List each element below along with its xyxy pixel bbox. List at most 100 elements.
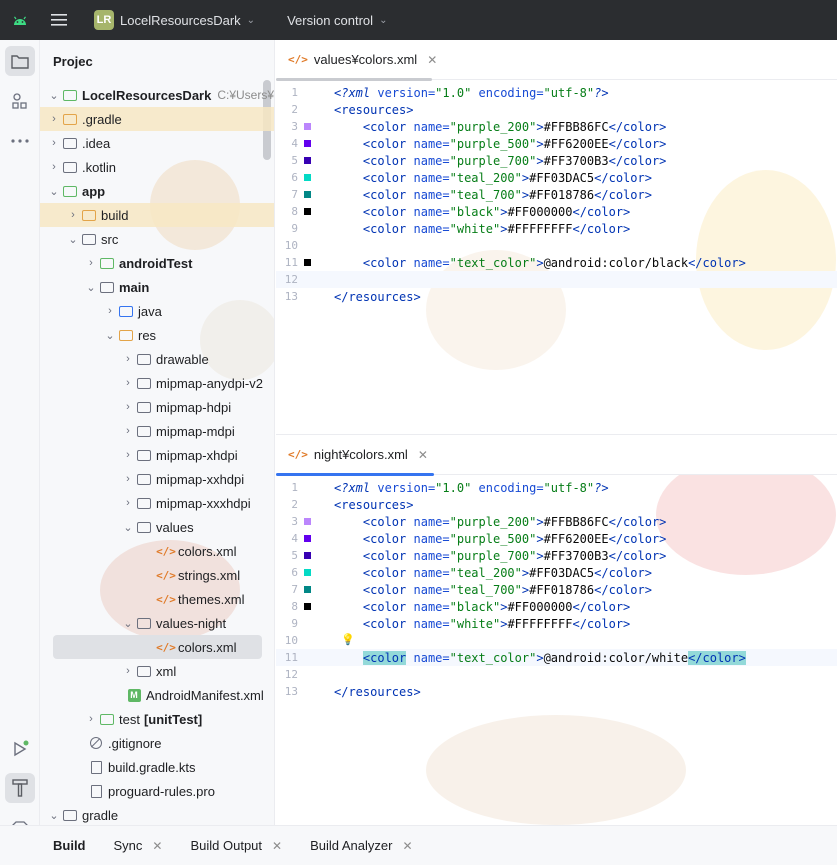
build-hammer-icon[interactable] xyxy=(5,773,35,803)
chevron-down-icon[interactable]: ⌄ xyxy=(65,233,81,246)
close-icon[interactable]: ✕ xyxy=(418,448,428,462)
more-tools-icon[interactable] xyxy=(5,126,35,156)
xml-tag: > xyxy=(536,119,544,134)
tab-values-colors-xml[interactable]: </> values¥colors.xml ✕ xyxy=(276,40,449,81)
tree-node-gradle-dir[interactable]: › .gradle xyxy=(40,107,274,131)
chevron-right-icon[interactable]: › xyxy=(102,305,118,317)
tree-node-main[interactable]: ⌄ main xyxy=(40,275,274,299)
color-swatch-icon[interactable] xyxy=(304,208,311,215)
color-swatch-icon[interactable] xyxy=(304,157,311,164)
tree-node-res[interactable]: ⌄ res xyxy=(40,323,274,347)
tree-node-mipmap-xxxhdpi[interactable]: › mipmap-xxxhdpi xyxy=(40,491,274,515)
color-swatch-icon[interactable] xyxy=(304,552,311,559)
color-swatch-icon[interactable] xyxy=(304,174,311,181)
color-swatch-icon[interactable] xyxy=(304,518,311,525)
tree-node-mipmap-mdpi[interactable]: › mipmap-mdpi xyxy=(40,419,274,443)
project-folder-icon[interactable] xyxy=(5,46,35,76)
chevron-right-icon[interactable]: › xyxy=(46,137,62,149)
tab-build[interactable]: Build xyxy=(0,826,100,865)
tab-sync[interactable]: Sync ✕ xyxy=(100,826,177,865)
line-number: 8 xyxy=(291,205,298,218)
chevron-right-icon[interactable]: › xyxy=(120,353,136,365)
chevron-down-icon[interactable]: ⌄ xyxy=(120,521,136,534)
chevron-right-icon[interactable]: › xyxy=(46,161,62,173)
chevron-right-icon[interactable]: › xyxy=(120,665,136,677)
tree-node-mipmap-anydpi[interactable]: › mipmap-anydpi-v2 xyxy=(40,371,274,395)
color-swatch-icon[interactable] xyxy=(304,603,311,610)
color-swatch-icon[interactable] xyxy=(304,569,311,576)
chevron-down-icon: ⌄ xyxy=(379,14,388,26)
color-swatch-icon[interactable] xyxy=(304,259,311,266)
tree-node-gitignore[interactable]: .gitignore xyxy=(40,731,274,755)
chevron-right-icon[interactable]: › xyxy=(83,713,99,725)
tree-node-strings-xml[interactable]: </> strings.xml xyxy=(40,563,274,587)
color-swatch-icon[interactable] xyxy=(304,586,311,593)
lightbulb-icon[interactable]: 💡 xyxy=(341,633,355,646)
tree-node-themes-xml[interactable]: </> themes.xml xyxy=(40,587,274,611)
tree-node-java[interactable]: › java xyxy=(40,299,274,323)
version-control-selector[interactable]: Version control ⌄ xyxy=(287,13,387,28)
tab-build-analyzer[interactable]: Build Analyzer ✕ xyxy=(296,826,426,865)
chevron-down-icon[interactable]: ⌄ xyxy=(102,329,118,342)
code-area[interactable]: 1 <?xml version="1.0" encoding="utf-8"?> 2… xyxy=(276,84,837,305)
tree-node-androidtest[interactable]: › androidTest xyxy=(40,251,274,275)
tree-node-values[interactable]: ⌄ values xyxy=(40,515,274,539)
tree-node-proguard-rules[interactable]: proguard-rules.pro xyxy=(40,779,274,803)
android-logo-icon[interactable] xyxy=(0,0,40,40)
tree-node-mipmap-xxhdpi[interactable]: › mipmap-xxhdpi xyxy=(40,467,274,491)
tree-node-android-manifest[interactable]: M AndroidManifest.xml xyxy=(40,683,274,707)
color-swatch-icon[interactable] xyxy=(304,123,311,130)
tree-node-project-root[interactable]: ⌄ LocelResourcesDark C:¥Users¥taku xyxy=(40,83,274,107)
tree-node-idea[interactable]: › .idea xyxy=(40,131,274,155)
tree-node-gradle[interactable]: ⌄ gradle xyxy=(40,803,274,825)
chevron-right-icon[interactable]: › xyxy=(120,377,136,389)
code-area[interactable]: 1 <?xml version="1.0" encoding="utf-8"?> 2… xyxy=(276,479,837,700)
chevron-down-icon[interactable]: ⌄ xyxy=(83,281,99,294)
structure-icon[interactable] xyxy=(5,86,35,116)
tree-node-build[interactable]: › build xyxy=(40,203,274,227)
tree-node-src[interactable]: ⌄ src xyxy=(40,227,274,251)
tab-build-output[interactable]: Build Output ✕ xyxy=(176,826,296,865)
tree-node-mipmap-hdpi[interactable]: › mipmap-hdpi xyxy=(40,395,274,419)
project-selector[interactable]: LR LocelResourcesDark ⌄ xyxy=(88,6,261,34)
tree-node-values-colors-xml[interactable]: </> colors.xml xyxy=(40,539,274,563)
chevron-down-icon[interactable]: ⌄ xyxy=(46,809,62,822)
chevron-down-icon[interactable]: ⌄ xyxy=(46,89,62,102)
tree-node-build-gradle-kts[interactable]: build.gradle.kts xyxy=(40,755,274,779)
close-icon[interactable]: ✕ xyxy=(402,839,412,853)
xml-tag: </color> xyxy=(572,221,631,236)
chevron-right-icon[interactable]: › xyxy=(46,113,62,125)
tree-node-values-night[interactable]: ⌄ values-night xyxy=(40,611,274,635)
chevron-down-icon[interactable]: ⌄ xyxy=(120,617,136,630)
chevron-right-icon[interactable]: › xyxy=(120,497,136,509)
xml-tag: > xyxy=(536,514,544,529)
run-icon[interactable] xyxy=(5,734,35,764)
chevron-right-icon[interactable]: › xyxy=(83,257,99,269)
tree-node-drawable[interactable]: › drawable xyxy=(40,347,274,371)
color-swatch-icon[interactable] xyxy=(304,140,311,147)
color-value: #FF000000 xyxy=(507,204,573,219)
chevron-right-icon[interactable]: › xyxy=(120,449,136,461)
close-icon[interactable]: ✕ xyxy=(152,839,162,853)
code-line: 7 <color name="teal_700">#FF018786</colo… xyxy=(276,186,837,203)
tree-node-label: mipmap-xxhdpi xyxy=(156,471,245,487)
gutter xyxy=(298,615,334,632)
tree-node-mipmap-xhdpi[interactable]: › mipmap-xhdpi xyxy=(40,443,274,467)
tree-node-night-colors-xml[interactable]: </> colors.xml xyxy=(53,635,262,659)
tree-node-kotlin[interactable]: › .kotlin xyxy=(40,155,274,179)
project-panel-title[interactable]: Projec xyxy=(40,40,274,82)
tree-node-app[interactable]: ⌄ app xyxy=(40,179,274,203)
tree-node-test[interactable]: › test [unitTest] xyxy=(40,707,274,731)
close-icon[interactable]: ✕ xyxy=(272,839,282,853)
chevron-right-icon[interactable]: › xyxy=(120,401,136,413)
chevron-right-icon[interactable]: › xyxy=(65,209,81,221)
color-swatch-icon[interactable] xyxy=(304,535,311,542)
chevron-down-icon[interactable]: ⌄ xyxy=(46,185,62,198)
color-swatch-icon[interactable] xyxy=(304,191,311,198)
main-menu-icon[interactable] xyxy=(40,0,78,40)
chevron-right-icon[interactable]: › xyxy=(120,425,136,437)
close-icon[interactable]: ✕ xyxy=(427,53,437,67)
tab-night-colors-xml[interactable]: </> night¥colors.xml ✕ xyxy=(276,435,440,476)
chevron-right-icon[interactable]: › xyxy=(120,473,136,485)
tree-node-xml[interactable]: › xml xyxy=(40,659,274,683)
